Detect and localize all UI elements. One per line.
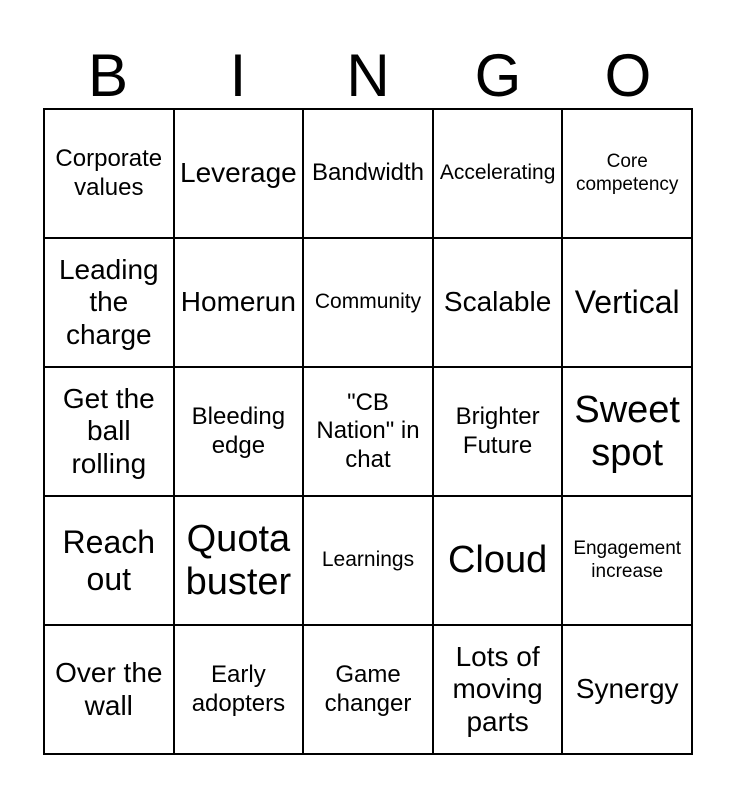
bingo-cell-label: Lots of moving parts bbox=[452, 641, 543, 737]
bingo-cell-o1[interactable]: Core competency bbox=[563, 110, 693, 239]
bingo-cell-o5[interactable]: Synergy bbox=[563, 626, 693, 755]
bingo-cell-label: Quota buster bbox=[185, 517, 292, 603]
bingo-cell-b1[interactable]: Corporate values bbox=[45, 110, 175, 239]
bingo-card: B I N G O Corporate values Leverage Bandwidth A… bbox=[0, 0, 736, 800]
bingo-cell-label: Cloud bbox=[447, 539, 548, 582]
bingo-cell-o3[interactable]: Sweet spot bbox=[563, 368, 693, 497]
bingo-cell-b4[interactable]: Reach out bbox=[45, 497, 175, 626]
bingo-cell-g3[interactable]: Brighter Future bbox=[433, 368, 564, 497]
bingo-cell-b2[interactable]: Leading the charge bbox=[45, 239, 175, 368]
bingo-cell-label: Synergy bbox=[575, 673, 679, 705]
bingo-cell-label: Brighter Future bbox=[455, 403, 540, 459]
bingo-cell-n3[interactable]: "CB Nation" in chat bbox=[304, 368, 434, 497]
bingo-cell-label: Learnings bbox=[321, 548, 415, 572]
bingo-cell-label: Get the ball rolling bbox=[62, 383, 155, 479]
bingo-cell-label: Engagement increase bbox=[573, 538, 682, 582]
bingo-cell-label: Game changer bbox=[324, 661, 412, 717]
bingo-cell-n5[interactable]: Game changer bbox=[304, 626, 434, 755]
bingo-cell-b5[interactable]: Over the wall bbox=[45, 626, 175, 755]
bingo-cell-n2[interactable]: Community bbox=[304, 239, 434, 368]
bingo-cell-label: Scalable bbox=[443, 286, 552, 318]
bingo-cell-n4[interactable]: Learnings bbox=[304, 497, 434, 626]
bingo-cell-label: Homerun bbox=[180, 286, 296, 318]
bingo-cell-label: Over the wall bbox=[55, 657, 163, 721]
bingo-cell-g4[interactable]: Cloud bbox=[433, 497, 564, 626]
bingo-cell-label: "CB Nation" in chat bbox=[316, 389, 420, 473]
bingo-header-letter-b: B bbox=[87, 42, 129, 109]
bingo-grid: Corporate values Leverage Bandwidth Acceler… bbox=[43, 108, 693, 755]
bingo-cell-label: Accelerating bbox=[439, 161, 556, 185]
bingo-header-letter-o: O bbox=[604, 42, 652, 109]
bingo-cell-label: Reach out bbox=[62, 524, 156, 597]
bingo-cell-n1[interactable]: Bandwidth bbox=[304, 110, 434, 239]
bingo-cell-label: Leading the charge bbox=[58, 254, 159, 350]
bingo-cell-i3[interactable]: Bleeding edge bbox=[174, 368, 305, 497]
bingo-cell-label: Bleeding edge bbox=[191, 403, 286, 459]
bingo-cell-label: Early adopters bbox=[191, 661, 286, 717]
bingo-header: BINGO bbox=[43, 20, 693, 108]
bingo-cell-label: Community bbox=[314, 290, 422, 314]
bingo-cell-o4[interactable]: Engagement increase bbox=[563, 497, 693, 626]
bingo-cell-o2[interactable]: Vertical bbox=[563, 239, 693, 368]
bingo-cell-b3[interactable]: Get the ball rolling bbox=[45, 368, 175, 497]
bingo-cell-g2[interactable]: Scalable bbox=[433, 239, 564, 368]
bingo-cell-g1[interactable]: Accelerating bbox=[433, 110, 564, 239]
bingo-cell-label: Leverage bbox=[180, 157, 297, 189]
bingo-header-letter-g: G bbox=[474, 42, 522, 109]
bingo-cell-label: Core competency bbox=[575, 151, 679, 195]
bingo-header-letter-i: I bbox=[229, 42, 247, 109]
bingo-cell-label: Sweet spot bbox=[574, 388, 680, 474]
bingo-cell-i1[interactable]: Leverage bbox=[174, 110, 305, 239]
bingo-cell-i4[interactable]: Quota buster bbox=[174, 497, 305, 626]
bingo-cell-g5[interactable]: Lots of moving parts bbox=[433, 626, 564, 755]
bingo-header-letter-n: N bbox=[346, 42, 390, 109]
bingo-cell-i2[interactable]: Homerun bbox=[174, 239, 305, 368]
bingo-cell-i5[interactable]: Early adopters bbox=[174, 626, 305, 755]
bingo-cell-label: Vertical bbox=[574, 284, 680, 321]
bingo-cell-label: Corporate values bbox=[55, 145, 163, 201]
bingo-cell-label: Bandwidth bbox=[311, 159, 425, 187]
